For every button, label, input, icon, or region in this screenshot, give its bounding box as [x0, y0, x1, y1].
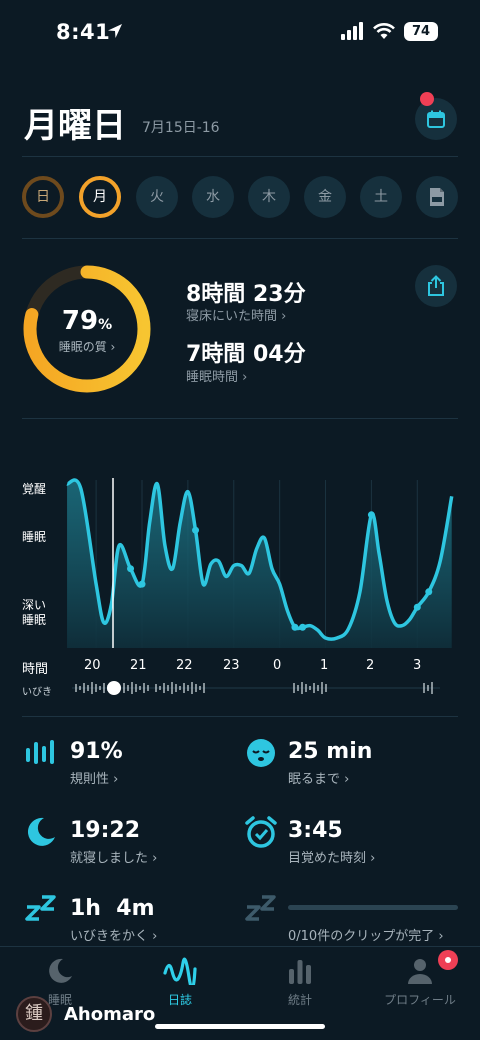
bar-chart-icon: [289, 960, 311, 984]
score-number: 79: [61, 306, 99, 336]
x-tick-1: 1: [320, 658, 329, 673]
battery-indicator: 74: [404, 22, 438, 41]
day-saturday[interactable]: 土: [360, 176, 402, 218]
time-in-bed-link[interactable]: 寝床にいた時間 ›: [186, 305, 286, 324]
x-tick-3: 3: [413, 658, 422, 673]
day-thursday[interactable]: 木: [248, 176, 290, 218]
report-button[interactable]: [416, 176, 458, 218]
time-asleep-value: 7時間 04分: [186, 342, 306, 367]
divider: [22, 418, 458, 419]
chart-point: [367, 511, 375, 519]
chart-point: [192, 526, 200, 534]
profile-notification-badge: [438, 950, 458, 970]
zzz-icon: [245, 895, 276, 921]
location-arrow-icon: [108, 24, 122, 38]
day-wednesday[interactable]: 水: [192, 176, 234, 218]
chart-point: [413, 603, 421, 611]
day-monday[interactable]: 月: [79, 176, 121, 218]
divider: [22, 716, 458, 717]
zzz-icon: [25, 895, 56, 921]
share-button[interactable]: [415, 265, 457, 307]
tab-profile[interactable]: プロフィール: [360, 957, 480, 1008]
x-tick-21: 21: [130, 658, 147, 673]
notification-dot: [420, 92, 434, 106]
chart-point: [138, 580, 146, 588]
wake-time-link[interactable]: 目覚めた時刻 ›: [288, 847, 375, 866]
page-title: 月曜日: [24, 106, 126, 146]
status-bar: 8:41 74: [0, 0, 480, 64]
moon-icon: [27, 817, 55, 846]
fall-asleep-link[interactable]: 眠るまで ›: [288, 768, 349, 787]
sleep-quality-link[interactable]: 睡眠の質 ›: [22, 338, 152, 355]
x-axis-label: 時間: [22, 662, 49, 677]
tab-sleep[interactable]: 睡眠: [0, 957, 120, 1008]
document-icon: [430, 188, 444, 206]
snoring-value: 1h 4m: [70, 896, 155, 921]
chart-point: [291, 623, 299, 631]
timeline-handle[interactable]: [107, 681, 121, 695]
day-sunday[interactable]: 日: [22, 176, 64, 218]
calendar-button[interactable]: [415, 98, 457, 140]
person-icon: [408, 959, 432, 984]
share-icon: [428, 275, 444, 296]
bedtime-value: 19:22: [70, 818, 141, 843]
divider: [22, 156, 458, 157]
moon-icon: [49, 958, 72, 983]
sleep-stage-chart[interactable]: [0, 470, 480, 700]
chart-point: [299, 623, 307, 631]
day-friday[interactable]: 金: [304, 176, 346, 218]
clips-link[interactable]: 0/10件のクリップが完了 ›: [288, 925, 444, 944]
regularity-value: 91%: [70, 739, 123, 764]
calendar-icon: [427, 110, 445, 128]
status-time: 8:41: [56, 20, 111, 44]
x-tick-0: 0: [273, 658, 282, 673]
time-asleep-link[interactable]: 睡眠時間 ›: [186, 366, 247, 385]
home-indicator[interactable]: [155, 1024, 325, 1029]
tab-stats-label: 統計: [287, 993, 312, 1007]
divider: [22, 238, 458, 239]
waveform-icon: [163, 957, 197, 985]
score-unit: %: [98, 317, 113, 333]
chart-point: [127, 565, 135, 573]
x-tick-20: 20: [84, 658, 101, 673]
x-tick-22: 22: [176, 658, 193, 673]
watermark-logo: 鍾: [16, 996, 52, 1032]
sleep-quality-score: 79%: [22, 306, 152, 336]
wifi-icon: [373, 23, 395, 39]
day-tuesday[interactable]: 火: [136, 176, 178, 218]
alarm-clock-icon: [245, 816, 277, 848]
chart-point: [425, 588, 433, 596]
bars-icon: [26, 740, 54, 764]
clips-progress-bar: [288, 905, 458, 910]
time-in-bed-value: 8時間 23分: [186, 282, 306, 307]
date-range: 7月15日-16: [142, 120, 220, 136]
tab-stats[interactable]: 統計: [240, 957, 360, 1008]
cellular-signal-icon: [341, 22, 363, 40]
regularity-link[interactable]: 規則性 ›: [70, 768, 118, 787]
tab-profile-label: プロフィール: [384, 993, 456, 1007]
watermark-text: Ahomaro: [64, 1004, 156, 1025]
fall-asleep-value: 25 min: [288, 739, 373, 764]
snore-timeline[interactable]: [0, 676, 480, 700]
sleepy-face-icon: [247, 739, 275, 767]
bedtime-link[interactable]: 就寝しました ›: [70, 847, 157, 866]
x-tick-23: 23: [223, 658, 240, 673]
tab-journal[interactable]: 日誌: [120, 957, 240, 1008]
wake-time-value: 3:45: [288, 818, 343, 843]
x-tick-2: 2: [366, 658, 375, 673]
snoring-link[interactable]: いびきをかく ›: [70, 925, 157, 944]
